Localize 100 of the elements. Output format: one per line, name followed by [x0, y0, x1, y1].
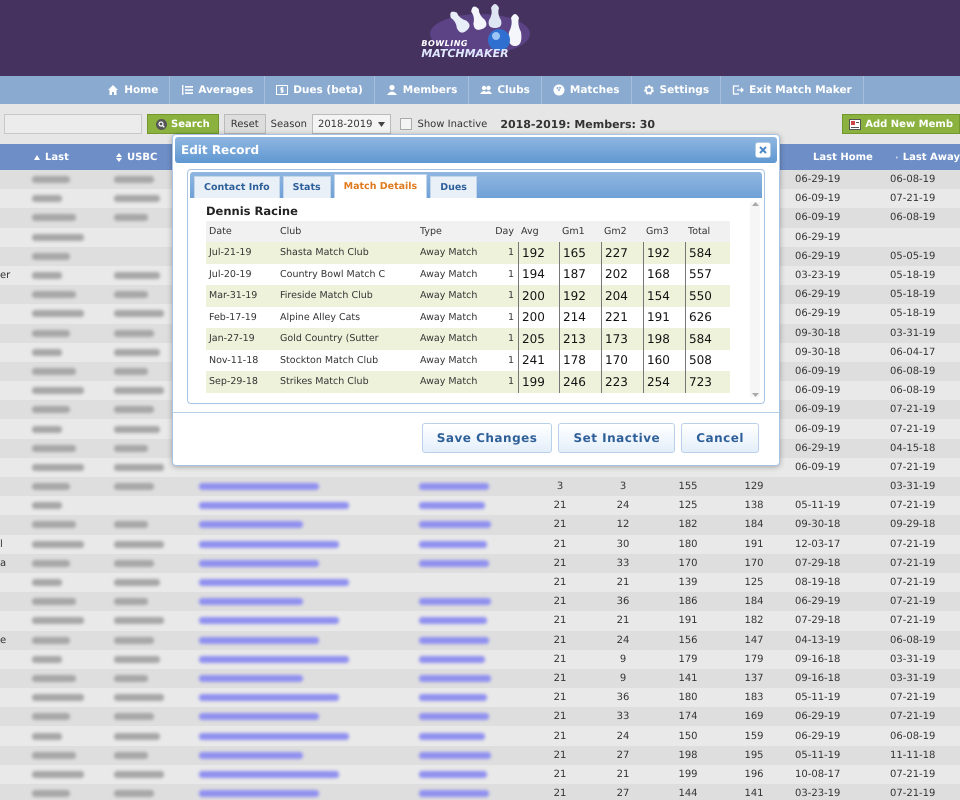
logo-text: MATCHMAKER	[421, 48, 509, 59]
blurred-link[interactable]	[419, 502, 485, 510]
table-cell-text: Nov-11-18	[208, 354, 260, 368]
blurred-link[interactable]	[419, 674, 491, 682]
blurred-link[interactable]	[199, 656, 349, 663]
blurred-link[interactable]	[199, 483, 319, 490]
season-select[interactable]: 2018-2019	[312, 114, 392, 134]
blurred-link[interactable]	[419, 713, 489, 720]
table-cell: 125	[744, 577, 764, 588]
blurred-link[interactable]	[199, 636, 319, 644]
scrollbar[interactable]	[750, 202, 760, 396]
table-cell: 09-16-18	[795, 654, 840, 665]
table-cell: 06-08-19	[890, 730, 936, 742]
table-cell-text: Away Match	[419, 354, 478, 368]
blurred-link[interactable]	[419, 540, 487, 548]
scroll-down-icon	[752, 392, 758, 396]
blurred-link[interactable]	[419, 656, 485, 663]
dialog-button[interactable]: Set Inactive	[558, 422, 676, 452]
blurred-link[interactable]	[199, 752, 303, 759]
blurred-link[interactable]	[419, 636, 489, 644]
blurred-link[interactable]	[419, 790, 489, 798]
blurred-link[interactable]	[199, 732, 349, 740]
table-cell-text: Alpine Alley Cats	[279, 310, 362, 325]
table-cell: 21	[554, 788, 566, 800]
table-cell-text: Jan-27-19	[208, 332, 256, 346]
table-cell: 21	[554, 750, 566, 761]
table-cell: 125	[678, 500, 698, 512]
table-cell: 09-16-18	[795, 672, 840, 684]
table-cell: 06-09-19	[795, 193, 840, 204]
table-cell-text: Away Match	[419, 289, 478, 304]
table-cell: 183	[744, 692, 764, 704]
table-cell: 195	[744, 750, 764, 761]
table-cell: 04-15-18	[890, 442, 936, 454]
add-member-button[interactable]: Add New Memb	[842, 114, 960, 134]
blurred-link[interactable]	[199, 694, 339, 702]
tab[interactable]: Dues	[430, 176, 477, 198]
table-cell: 06-29-19	[795, 730, 840, 742]
table-cell: 06-08-19	[890, 174, 936, 186]
search-field[interactable]	[4, 114, 142, 134]
checkbox[interactable]	[400, 118, 412, 130]
table-cell: 21	[554, 711, 566, 722]
logo[interactable]: BOWLING MATCHMAKER	[415, 2, 545, 74]
dialog-button[interactable]: Save Changes	[422, 422, 552, 452]
blurred-link[interactable]	[199, 770, 339, 778]
blurred-link[interactable]	[199, 674, 303, 682]
column-header[interactable]: Last Home	[778, 152, 870, 162]
table-cell: 3	[556, 481, 564, 492]
table-cell: 06-09-19	[795, 212, 840, 224]
blurred-link[interactable]	[199, 713, 319, 720]
blurred-link[interactable]	[419, 752, 491, 759]
table-cell-text: Away Match	[419, 332, 478, 346]
table-cell: 180	[678, 538, 698, 550]
blurred-link[interactable]	[419, 694, 487, 702]
tab[interactable]: Stats	[282, 176, 331, 198]
table-cell: 06-09-19	[795, 462, 840, 473]
table-cell: 07-21-19	[890, 768, 936, 780]
settings-icon	[642, 84, 655, 96]
reset-button[interactable]: Reset	[224, 114, 266, 134]
dialog-button[interactable]: Cancel	[681, 422, 759, 452]
blurred-link[interactable]	[199, 579, 349, 586]
list-icon	[181, 84, 194, 96]
table-cell: 09-30-18	[795, 346, 840, 358]
blurred-link[interactable]	[419, 521, 491, 528]
blurred-link[interactable]	[199, 540, 339, 548]
table-cell: 147	[744, 634, 764, 646]
blurred-link[interactable]	[419, 483, 489, 490]
table-cell-text: Sep-29-18	[208, 375, 259, 390]
tab[interactable]: Match Details	[334, 174, 428, 198]
table-cell: 184	[744, 596, 764, 608]
blurred-link[interactable]	[419, 770, 487, 778]
table-cell: 182	[744, 615, 764, 626]
blurred-link[interactable]	[419, 617, 487, 624]
table-cell: 21	[554, 596, 566, 608]
close-button[interactable]	[755, 142, 771, 158]
table-cell: 06-29-19	[795, 232, 840, 243]
blurred-link[interactable]	[199, 790, 319, 798]
blurred-link[interactable]	[419, 560, 489, 567]
table-cell-text: 1	[506, 332, 515, 346]
column-header: Avg	[520, 226, 540, 237]
blurred-link[interactable]	[199, 598, 303, 606]
table-cell-text: Mar-31-19	[208, 289, 258, 304]
scroll-up-icon	[752, 202, 758, 206]
column-header[interactable]: Last	[28, 152, 110, 162]
blurred-link[interactable]	[199, 502, 349, 510]
tab[interactable]: Contact Info	[194, 176, 280, 198]
table-cell-text: Away Match	[419, 375, 478, 390]
dialog-title: Edit Record	[181, 143, 260, 157]
blurred-link[interactable]	[199, 560, 319, 567]
blurred-link[interactable]	[199, 521, 303, 528]
table-cell: 21	[616, 615, 630, 626]
logo-text: BOWLING	[421, 40, 468, 48]
search-button[interactable]: Search	[147, 114, 219, 134]
table-cell: a	[0, 558, 6, 569]
table-cell-text: Jul-20-19	[208, 268, 252, 282]
blurred-link[interactable]	[419, 598, 491, 606]
table-cell: 06-09-19	[795, 404, 840, 416]
table-cell: 21	[554, 519, 566, 530]
table-cell: 12-03-17	[795, 538, 840, 550]
blurred-link[interactable]	[419, 732, 485, 740]
blurred-link[interactable]	[199, 617, 339, 624]
